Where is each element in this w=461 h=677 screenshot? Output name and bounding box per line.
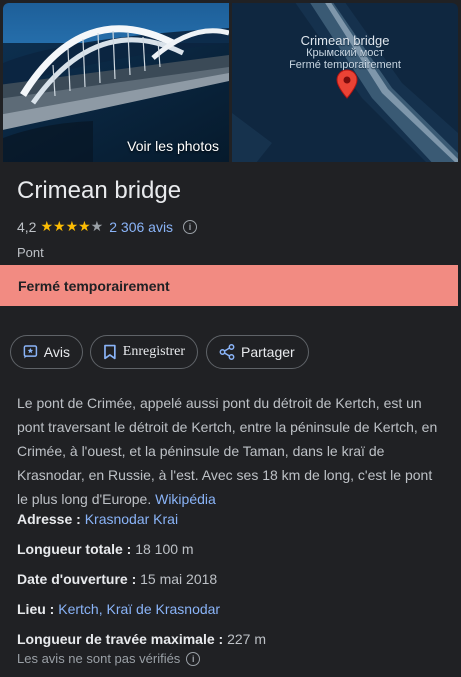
- map-place-subtitle: Крымский мост: [306, 47, 384, 59]
- knowledge-panel: Voir les photos Crimean bridge Крымский …: [0, 0, 461, 677]
- address-link[interactable]: Krasnodar Krai: [85, 511, 178, 527]
- save-button-label: Enregistrer: [122, 344, 185, 359]
- length-value: 18 100 m: [135, 541, 194, 557]
- see-photos-link[interactable]: Voir les photos: [127, 138, 219, 154]
- closed-status-text: Fermé temporairement: [18, 278, 170, 294]
- wikipedia-link[interactable]: Wikipédia: [155, 491, 216, 507]
- save-button[interactable]: Enregistrer: [90, 335, 198, 369]
- description-text: Le pont de Crimée, appelé aussi pont du …: [17, 395, 438, 507]
- disclaimer-text: Les avis ne sont pas vérifiés: [17, 651, 181, 666]
- place-category: Pont: [17, 245, 44, 260]
- location-link[interactable]: Kertch, Kraï de Krasnodar: [58, 601, 220, 617]
- share-button-label: Partager: [241, 344, 295, 360]
- max-span-label: Longueur de travée maximale :: [17, 631, 224, 647]
- photo-strip: Voir les photos Crimean bridge Крымский …: [0, 0, 461, 163]
- disclaimer-info-icon[interactable]: i: [186, 651, 201, 666]
- opening-value: 15 mai 2018: [140, 571, 218, 587]
- share-icon: [219, 344, 235, 360]
- address-label: Adresse :: [17, 511, 81, 527]
- attribute-opening-date: Date d'ouverture : 15 mai 2018: [17, 571, 217, 587]
- share-button[interactable]: Partager: [206, 335, 309, 369]
- attribute-max-span: Longueur de travée maximale : 227 m: [17, 631, 266, 647]
- description: Le pont de Crimée, appelé aussi pont du …: [17, 391, 442, 511]
- attribute-address: Adresse : Krasnodar Krai: [17, 511, 178, 527]
- star-rating-icon: ★★★★★: [40, 218, 104, 234]
- review-button-label: Avis: [43, 344, 70, 360]
- opening-label: Date d'ouverture :: [17, 571, 137, 587]
- closed-status-banner: Fermé temporairement: [0, 265, 458, 306]
- review-star-icon: [23, 345, 38, 359]
- rating-value: 4,2: [17, 218, 37, 235]
- place-title: Crimean bridge: [17, 177, 182, 204]
- reviews-disclaimer: Les avis ne sont pas vérifiés i: [17, 651, 201, 666]
- attribute-location: Lieu : Kertch, Kraï de Krasnodar: [17, 601, 220, 617]
- attribute-length: Longueur totale : 18 100 m: [17, 541, 194, 557]
- map-thumbnail[interactable]: Crimean bridge Крымский мост Fermé tempo…: [232, 3, 458, 162]
- map-place-title: Crimean bridge: [300, 33, 390, 48]
- length-label: Longueur totale :: [17, 541, 132, 557]
- info-icon[interactable]: i: [183, 219, 198, 234]
- map-pin-icon: [336, 69, 358, 99]
- review-button[interactable]: Avis: [10, 335, 83, 369]
- location-label: Lieu :: [17, 601, 55, 617]
- rating-row: 4,2 ★★★★★ 2 306 avis i: [17, 218, 198, 235]
- max-span-value: 227 m: [227, 631, 266, 647]
- bridge-photo[interactable]: Voir les photos: [3, 3, 229, 162]
- reviews-link[interactable]: 2 306 avis: [109, 219, 173, 235]
- bookmark-icon: [104, 344, 116, 360]
